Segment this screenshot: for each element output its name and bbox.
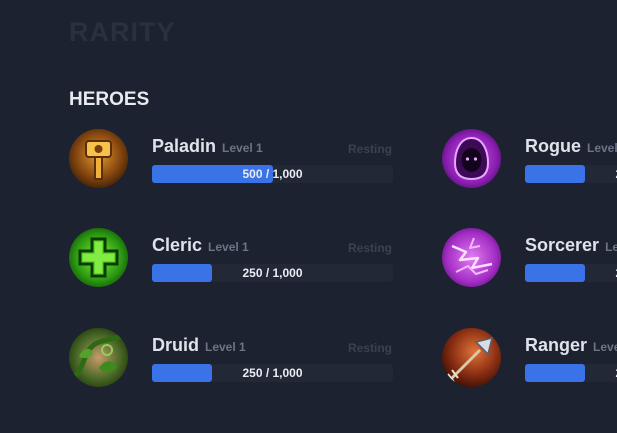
hero-name: Druid Level 1 — [152, 335, 246, 355]
sorcerer-lightning-icon — [442, 228, 501, 287]
xp-bar: 250 / 1,000 — [525, 165, 617, 183]
xp-bar: 500 / 1,000 — [152, 165, 393, 183]
hero-status: Resting — [348, 241, 393, 255]
xp-text: 250 / 1,000 — [525, 364, 617, 382]
hero-level: Level 1 — [208, 240, 249, 254]
xp-bar: 250 / 1,000 — [525, 264, 617, 282]
paladin-hammer-icon — [69, 129, 128, 188]
ranger-arrow-icon — [442, 328, 501, 387]
hero-name: RangerLevel 1 — [525, 335, 617, 356]
hero-status: Resting — [348, 142, 393, 156]
page-title: RARITY — [69, 17, 176, 47]
cleric-cross-icon — [69, 228, 128, 287]
xp-text: 250 / 1,000 — [242, 366, 303, 380]
hero-card-ranger[interactable]: RangerLevel 1 250 / 1,000 — [442, 328, 617, 388]
hero-level: Level 1 — [205, 340, 246, 354]
hero-name: SorcererLevel 1 — [525, 235, 617, 256]
xp-bar: 250 / 1,000 — [525, 364, 617, 382]
hero-name: RogueLevel 1 — [525, 136, 617, 157]
hero-card-sorcerer[interactable]: SorcererLevel 1 250 / 1,000 — [442, 228, 617, 288]
xp-bar: 250 / 1,000 — [152, 264, 393, 282]
xp-bar: 250 / 1,000 — [152, 364, 393, 382]
hero-name: Cleric Level 1 — [152, 235, 249, 255]
hero-level: Level 1 — [587, 141, 617, 155]
hero-card-cleric[interactable]: Cleric Level 1 Resting 250 / 1,000 — [69, 228, 399, 288]
hero-status: Resting — [348, 341, 393, 355]
xp-text: 500 / 1,000 — [242, 167, 303, 181]
xp-text: 250 / 1,000 — [242, 266, 303, 280]
hero-card-rogue[interactable]: RogueLevel 1 250 / 1,000 — [442, 129, 617, 189]
xp-text: 250 / 1,000 — [525, 264, 617, 282]
section-title-heroes: HEROES — [69, 89, 150, 110]
hero-card-druid[interactable]: Druid Level 1 Resting 250 / 1,000 — [69, 328, 399, 388]
xp-text: 250 / 1,000 — [525, 165, 617, 183]
hero-level: Level 1 — [605, 240, 617, 254]
hero-card-paladin[interactable]: Paladin Level 1 Resting 500 / 1,000 — [69, 129, 399, 189]
hero-name: Paladin Level 1 — [152, 136, 263, 156]
hero-level: Level 1 — [593, 340, 617, 354]
rogue-hood-icon — [442, 129, 501, 188]
druid-vine-icon — [69, 328, 128, 387]
hero-level: Level 1 — [222, 141, 263, 155]
